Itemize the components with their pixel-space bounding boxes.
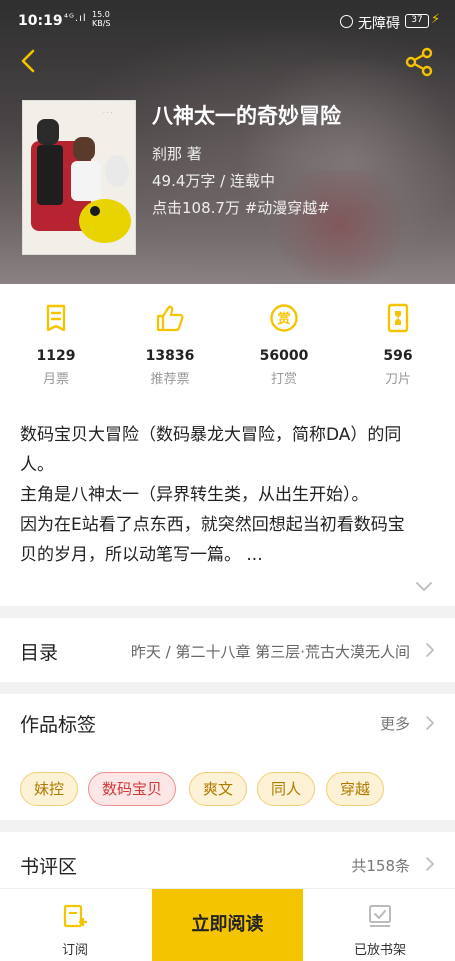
back-arrow-icon [21, 49, 35, 73]
tags-more-link[interactable]: 更多 [380, 713, 410, 734]
chevron-right-icon [426, 716, 434, 730]
reviews-heading: 书评区 [20, 856, 78, 878]
header-background-accent [260, 170, 420, 280]
subscribe-button[interactable]: 订阅 [0, 889, 150, 961]
book-header: 10:19 ⁴ᴳ.ıl 15.0 KB/S 无障碍 37 ⚡ · · · 八神太… [0, 0, 455, 284]
back-button[interactable] [14, 46, 44, 76]
subscribe-label: 订阅 [61, 943, 88, 958]
book-description: 数码宝贝大冒险（数码暴龙大冒险，简称DA）的同人。 主角是八神太一（异界转生类，… [0, 406, 455, 606]
bottom-action-bar: 订阅 立即阅读 已放书架 [0, 888, 455, 961]
description-line: 数码宝贝大冒险（数码暴龙大冒险，简称DA）的同人。 [20, 425, 402, 475]
description-line: 因为在E站看了点东西，就突然回想起当初看数码宝贝的岁月，所以动笔写一篇。 ... [20, 515, 405, 565]
network-speed-value: 15.0 [92, 10, 110, 19]
tag-chip[interactable]: 妹控 [20, 772, 79, 806]
accessibility-icon [340, 15, 353, 28]
stat-value: 13836 [145, 348, 195, 364]
tag-chip[interactable]: 爽文 [189, 772, 248, 806]
share-icon [405, 47, 433, 77]
network-speed: 15.0 KB/S [92, 10, 111, 28]
stat-value: 596 [383, 348, 413, 364]
expand-description-button[interactable] [414, 576, 434, 596]
svg-text:· · ·: · · · [103, 110, 113, 117]
monthly-ticket-icon [46, 304, 66, 332]
status-bar: 10:19 ⁴ᴳ.ıl 15.0 KB/S 无障碍 37 ⚡ [0, 0, 455, 44]
tag-chip[interactable]: 数码宝贝 [88, 772, 177, 806]
bookshelf-label: 已放书架 [353, 943, 406, 958]
toc-label: 目录 [20, 642, 59, 664]
review-section-row[interactable]: 书评区 共158条 [0, 832, 455, 892]
book-cover[interactable]: · · · [22, 100, 136, 255]
work-tags-section: 作品标签 更多 妹控 数码宝贝 爽文 同人 穿越 [0, 694, 455, 820]
stat-value: 1129 [36, 348, 76, 364]
book-clicks-tag: 点击108.7万 #动漫穿越# [152, 199, 330, 217]
share-button[interactable] [403, 46, 435, 78]
tag-chip[interactable]: 同人 [257, 772, 316, 806]
network-speed-unit: KB/S [92, 19, 111, 28]
bookshelf-button[interactable]: 已放书架 [305, 889, 455, 961]
stat-value: 56000 [259, 348, 309, 364]
review-count: 共158条 [351, 857, 410, 875]
stat-blade[interactable]: 596 刀片 [343, 302, 453, 387]
battery-icon: 37 [405, 14, 429, 28]
tag-chip[interactable]: 穿越 [326, 772, 385, 806]
stat-label: 月票 [42, 372, 69, 387]
stat-reward[interactable]: 赏 56000 打赏 [229, 302, 339, 387]
chevron-right-icon [426, 857, 434, 871]
signal-icon: ⁴ᴳ.ıl [64, 13, 87, 24]
chevron-down-icon [416, 582, 432, 591]
cover-illustration: · · · [23, 101, 135, 254]
description-text: 数码宝贝大冒险（数码暴龙大冒险，简称DA）的同人。 主角是八神太一（异界转生类，… [20, 420, 420, 570]
chevron-right-icon [426, 643, 434, 657]
book-word-count-status: 49.4万字 / 连载中 [152, 172, 275, 190]
thumbs-up-icon [156, 305, 184, 332]
stat-label: 推荐票 [150, 372, 190, 387]
book-title: 八神太一的奇妙冒险 [152, 104, 341, 128]
description-line: 主角是八神太一（异界转生类，从出生开始）。 [20, 485, 369, 505]
bookshelf-check-icon [369, 905, 391, 927]
stat-label: 刀片 [384, 372, 411, 387]
reward-coin-icon: 赏 [270, 304, 298, 332]
charging-icon: ⚡ [431, 12, 441, 27]
svg-text:赏: 赏 [277, 311, 290, 327]
stat-label: 打赏 [270, 372, 297, 387]
book-author: 刹那 著 [152, 145, 202, 163]
table-of-contents-row[interactable]: 目录 昨天 / 第二十八章 第三层·荒古大漠无人间 [0, 618, 455, 682]
read-now-button[interactable]: 立即阅读 [152, 889, 303, 961]
tags-heading: 作品标签 [20, 714, 97, 736]
accessibility-label: 无障碍 [358, 16, 400, 32]
status-time: 10:19 [18, 13, 63, 29]
blade-icon [387, 303, 409, 333]
stat-recommend-ticket[interactable]: 13836 推荐票 [115, 302, 225, 387]
latest-chapter: 昨天 / 第二十八章 第三层·荒古大漠无人间 [130, 643, 410, 661]
subscribe-icon [63, 904, 87, 928]
stat-monthly-ticket[interactable]: 1129 月票 [1, 302, 111, 387]
stats-panel: 1129 月票 13836 推荐票 赏 56000 打赏 596 刀片 [0, 284, 455, 406]
